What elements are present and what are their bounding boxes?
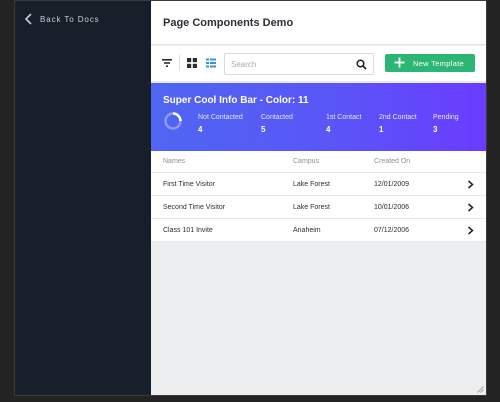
stat-1st-contact: 1st Contact 4 — [326, 114, 361, 134]
new-template-label: New Template — [413, 59, 464, 68]
stat-value: 1 — [379, 125, 384, 134]
cell-campus: Lake Forest — [293, 181, 330, 188]
toolbar: New Template — [151, 46, 486, 82]
stat-label: 1st Contact — [326, 114, 362, 121]
info-bar-title: Super Cool Info Bar - Color: 11 — [163, 95, 309, 106]
toolbar-divider — [179, 55, 180, 71]
stat-value: 4 — [326, 125, 331, 134]
sidebar: Back To Docs — [15, 1, 151, 395]
cell-name: Class 101 Invite — [163, 227, 213, 234]
chevron-right-icon[interactable] — [467, 180, 474, 189]
table-row[interactable]: First Time Visitor Lake Forest 12/01/200… — [151, 173, 486, 196]
resize-handle-icon[interactable] — [477, 386, 484, 393]
search-icon[interactable] — [356, 59, 367, 70]
page-header: Page Components Demo — [151, 1, 486, 45]
app-window: Back To Docs Page Components Demo Search… — [14, 0, 487, 396]
cell-campus: Lake Forest — [293, 204, 330, 211]
cell-name: First Time Visitor — [163, 181, 215, 188]
stat-not-contacted: Not Contacted 4 — [198, 114, 243, 134]
filter-icon[interactable] — [160, 56, 174, 70]
stat-2nd-contact: 2nd Contact 1 — [379, 114, 417, 134]
chevron-right-icon[interactable] — [467, 203, 474, 212]
column-header-campus[interactable]: Campus — [293, 158, 319, 165]
search-box — [224, 53, 374, 75]
templates-table: Names Campus Created On First Time Visit… — [151, 151, 486, 242]
grid-view-icon[interactable] — [185, 56, 199, 70]
main-content: Page Components Demo Search New Template… — [151, 1, 486, 395]
new-template-button[interactable]: New Template — [385, 54, 475, 72]
info-bar: Super Cool Info Bar - Color: 11 Not Cont… — [151, 83, 486, 151]
search-input[interactable] — [231, 57, 351, 71]
progress-ring-icon — [164, 112, 182, 130]
column-header-names[interactable]: Names — [163, 158, 185, 165]
stat-value: 5 — [261, 125, 266, 134]
cell-created-on: 07/12/2006 — [374, 227, 410, 234]
stat-label: 2nd Contact — [379, 114, 417, 121]
stat-contacted: Contacted 5 — [261, 114, 293, 134]
stat-label: Contacted — [261, 114, 293, 121]
back-to-docs-link[interactable]: Back To Docs — [24, 13, 100, 25]
cell-created-on: 12/01/2009 — [374, 181, 410, 188]
stat-pending: Pending 3 — [433, 114, 459, 134]
table-row[interactable]: Second Time Visitor Lake Forest 10/01/20… — [151, 196, 486, 219]
stat-value: 3 — [433, 125, 438, 134]
cell-created-on: 10/01/2006 — [374, 204, 410, 211]
cell-name: Second Time Visitor — [163, 204, 226, 211]
chevron-left-icon — [24, 13, 32, 25]
stat-value: 4 — [198, 125, 203, 134]
cell-campus: Anaheim — [293, 227, 321, 234]
back-to-docs-label: Back To Docs — [40, 14, 100, 24]
page-title: Page Components Demo — [163, 17, 294, 29]
column-header-created-on[interactable]: Created On — [374, 158, 410, 165]
table-header: Names Campus Created On — [151, 151, 486, 173]
stat-label: Pending — [433, 114, 459, 121]
stat-label: Not Contacted — [198, 114, 243, 121]
plus-icon — [394, 57, 405, 68]
chevron-right-icon[interactable] — [467, 226, 474, 235]
list-view-icon[interactable] — [204, 56, 218, 70]
table-row[interactable]: Class 101 Invite Anaheim 07/12/2006 — [151, 219, 486, 242]
